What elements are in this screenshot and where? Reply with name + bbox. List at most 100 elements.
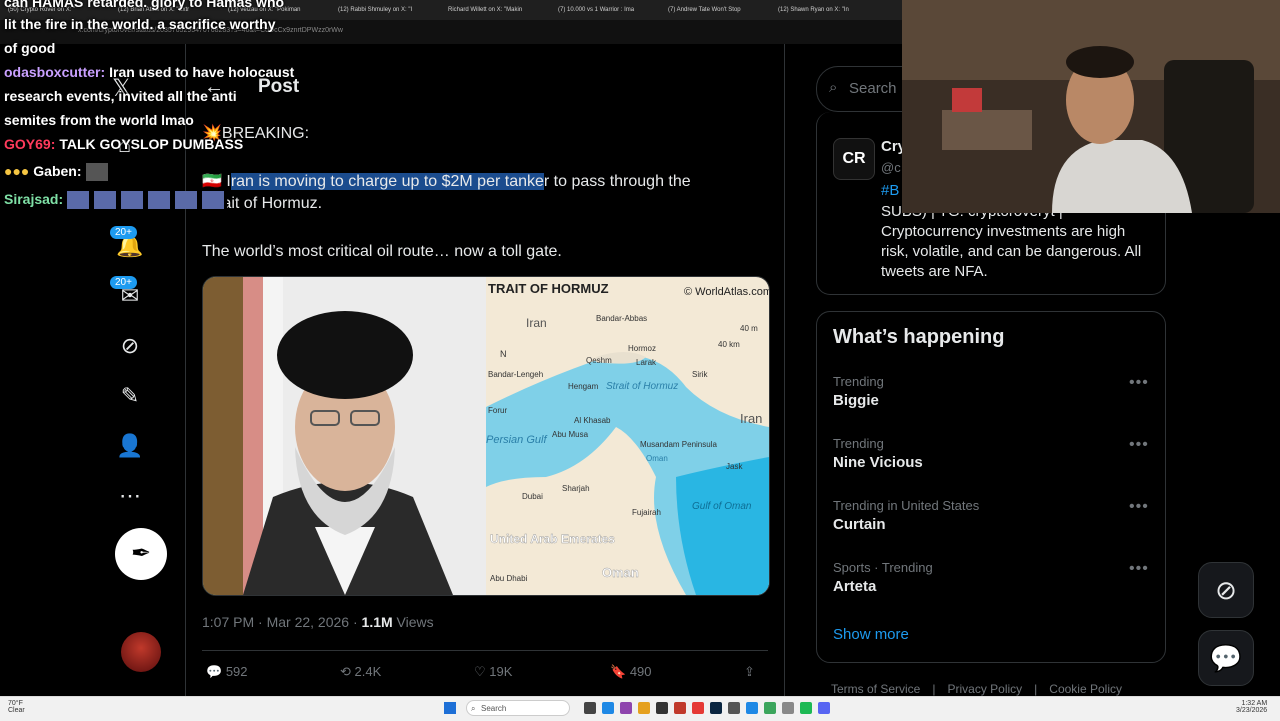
svg-text:Abu Musa: Abu Musa [552,430,589,439]
file-explorer-icon[interactable] [638,702,650,714]
svg-text:Abu Dhabi: Abu Dhabi [490,574,528,583]
more-options-icon[interactable]: ••• [1129,560,1149,578]
chat-bubble-icon: 💬 [1209,643,1243,673]
app-icon[interactable] [656,702,668,714]
trend-label: Trending [833,436,884,451]
more-options-icon[interactable]: ••• [1129,498,1149,516]
cookie-link[interactable]: Cookie Policy [1049,682,1122,696]
taskbar-search[interactable]: ⌕ Search [466,700,570,716]
search-icon: ⌕ [471,704,476,713]
search-input[interactable]: Search [849,80,897,97]
map-title: TRAIT OF HORMUZ [488,281,609,296]
browser-tab[interactable]: (12) Rabbi Shmuley on X: "I [338,2,446,18]
reply-count: 592 [225,664,248,679]
trend-name: Biggie [833,392,879,409]
account-avatar[interactable] [121,632,161,672]
views-count: 1.1M [361,614,393,630]
grok-icon: ⊘ [1215,575,1237,605]
svg-text:Jask: Jask [726,462,743,471]
windows-taskbar: 70°F Clear ⌕ Search 1:32 AM 3/23/2026 [0,696,1280,721]
reply-button[interactable]: 💬 592 [206,664,248,680]
profile-handle[interactable]: @c [881,160,901,175]
svg-text:Strait of Hormuz: Strait of Hormuz [606,381,678,392]
strait-of-hormuz-map: TRAIT OF HORMUZ © WorldAtlas.com Iran Ir… [486,277,769,595]
chat-message: ●●● Gaben: [4,163,108,182]
app-icon[interactable] [746,702,758,714]
app-icon[interactable] [620,702,632,714]
tweet-text: r to pass through the [543,173,691,190]
steam-icon[interactable] [710,702,722,714]
profile-bio: SUBS) | TG: cryptoroveryt | Cryptocurren… [881,203,1142,280]
svg-text:Hormoz: Hormoz [628,344,656,353]
svg-text:Iran: Iran [526,316,547,330]
edge-icon[interactable] [602,702,614,714]
terms-link[interactable]: Terms of Service [831,682,920,696]
tweet-line-1: 🇮🇷 Iran is moving to charge up to $2M pe… [202,171,691,191]
chrome-icon[interactable] [692,702,704,714]
grok-icon[interactable]: ⊘ [116,332,144,360]
svg-text:Iran: Iran [740,411,762,426]
profile-hashtag[interactable]: #B [881,182,899,199]
browser-tab[interactable]: (7) 10.000 vs 1 Warrior : Ima [558,2,666,18]
chat-message: of good [4,40,56,56]
svg-text:Larak: Larak [636,358,657,367]
section-title: What’s happening [833,326,1005,348]
more-options-icon[interactable]: ••• [1129,436,1149,454]
app-icon[interactable] [728,702,740,714]
lists-icon[interactable]: ✎ [116,382,144,410]
webcam-overlay [902,0,1280,213]
like-button[interactable]: ♡ 19K [474,664,512,680]
more-icon[interactable]: ⋯ [116,482,144,510]
trend-label: Trending in United States [833,498,980,513]
clock[interactable]: 1:32 AM 3/23/2026 [1236,700,1267,714]
repost-button[interactable]: ⟲ 2.4K [340,664,381,680]
app-icon[interactable] [764,702,776,714]
svg-text:Sharjah: Sharjah [562,484,590,493]
feather-icon: ✒ [130,540,152,567]
search-icon: ⌕ [829,79,838,96]
tweet-media[interactable]: TRAIT OF HORMUZ © WorldAtlas.com Iran Ir… [202,276,770,596]
chat-username: Gaben: [33,163,82,179]
browser-tab[interactable]: (7) Andrew Tate Won't Stop [668,2,776,18]
spotify-icon[interactable] [800,702,812,714]
chat-message: odasboxcutter: Iran used to have holocaus… [4,64,295,80]
repost-count: 2.4K [354,664,382,679]
views-label: Views [392,614,434,630]
browser-tab[interactable]: Richard Willett on X: "Makin [448,2,556,18]
map-credit: © WorldAtlas.com [684,286,769,298]
iran-flag-icon: 🇮🇷 [202,173,222,190]
post-timestamp[interactable]: 1:07 PM · Mar 22, 2026 · [202,614,362,630]
bookmark-button[interactable]: 🔖 490 [610,664,652,680]
app-icon[interactable] [782,702,794,714]
heart-icon: ♡ [474,664,486,679]
svg-text:Oman: Oman [646,454,668,463]
grok-button[interactable]: ⊘ [1198,562,1254,618]
share-button[interactable]: ⇪ [744,664,755,680]
streamer-webcam-image [902,0,1280,213]
show-more-link[interactable]: Show more [833,626,909,643]
trend-name: Arteta [833,578,877,595]
compose-post-button[interactable]: ✒ [115,528,167,580]
more-options-icon[interactable]: ••• [1129,374,1149,392]
task-view-icon[interactable] [584,702,596,714]
chat-badges-icon: ●●● [4,163,30,179]
discord-icon[interactable] [818,702,830,714]
bookmark-icon: 🔖 [610,664,627,679]
chat-username: odasboxcutter: [4,64,106,80]
trend-label: Sports · Trending [833,560,933,575]
weather-widget[interactable]: 70°F Clear [8,700,25,714]
chat-username: GOY69: [4,136,56,152]
chat-username: Sirajsad: [4,191,64,207]
svg-text:Dubai: Dubai [522,492,543,501]
messages-float-button[interactable]: 💬 [1198,630,1254,686]
svg-text:N: N [500,349,507,359]
tweet-line-3: The world’s most critical oil route… now… [202,243,562,260]
repost-icon: ⟲ [340,664,351,679]
app-icon[interactable] [674,702,686,714]
svg-text:Bandar-Abbas: Bandar-Abbas [596,314,647,323]
privacy-link[interactable]: Privacy Policy [947,682,1022,696]
trend-name: Nine Vicious [833,454,923,471]
start-button[interactable] [444,702,456,714]
profile-icon[interactable]: 👤 [116,432,144,460]
browser-tab[interactable]: (12) Shawn Ryan on X: "In [778,2,886,18]
